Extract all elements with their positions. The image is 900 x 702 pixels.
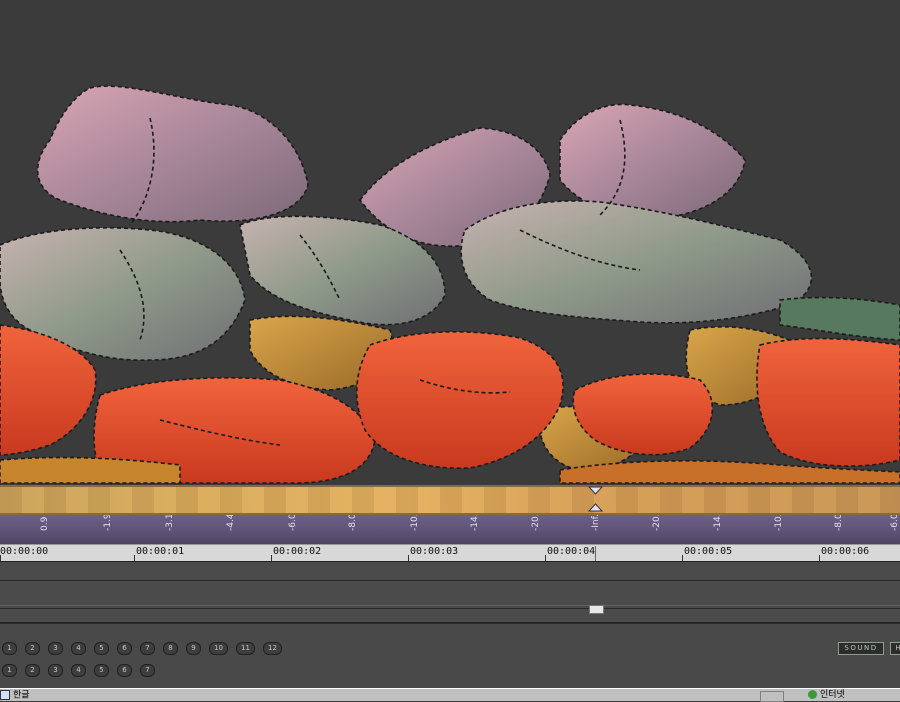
preview-canvas[interactable] bbox=[0, 0, 900, 485]
timecode-label: 00:00:06 bbox=[821, 546, 870, 557]
extra-button[interactable]: H bbox=[890, 642, 900, 655]
audio-level-meter: 0.9 -1.9 -3.1 -4.4 -6.0 -8.0 -10.5 -14.0… bbox=[0, 515, 900, 544]
meter-label: 0.9 bbox=[40, 516, 50, 531]
meter-label: -3.1 bbox=[165, 515, 175, 531]
track-button-11[interactable]: 11 bbox=[236, 642, 255, 655]
flower-image bbox=[0, 85, 900, 484]
playhead-marker[interactable] bbox=[0, 485, 900, 515]
taskbar-app-label: 한글 bbox=[13, 690, 30, 701]
timecode-label: 00:00:01 bbox=[136, 546, 185, 557]
timeline-cursor-handle[interactable] bbox=[589, 605, 604, 614]
audio-button-5[interactable]: 5 bbox=[94, 664, 109, 677]
sound-button[interactable]: SOUND bbox=[838, 642, 884, 655]
timecode-label: 00:00:00 bbox=[0, 546, 49, 557]
taskbar-network[interactable]: 인터넷 bbox=[808, 690, 845, 701]
meter-label: -14.0 bbox=[713, 515, 723, 531]
track-button-10[interactable]: 10 bbox=[209, 642, 228, 655]
audio-button-2[interactable]: 2 bbox=[25, 664, 40, 677]
taskbar-app[interactable]: 한글 bbox=[0, 690, 30, 701]
timecode-ruler[interactable]: 00:00:00 00:00:01 00:00:02 00:00:03 00:0… bbox=[0, 544, 900, 562]
track-divider bbox=[0, 605, 900, 606]
meter-label: -Inf. bbox=[591, 515, 601, 531]
globe-icon bbox=[808, 690, 817, 699]
timeline-tracks[interactable] bbox=[0, 561, 900, 624]
track-divider bbox=[0, 580, 900, 581]
track-button-4[interactable]: 4 bbox=[71, 642, 86, 655]
track-button-2[interactable]: 2 bbox=[25, 642, 40, 655]
meter-label: -4.4 bbox=[226, 515, 236, 531]
meter-label: -20.0 bbox=[531, 515, 541, 531]
track-divider bbox=[0, 608, 900, 609]
taskbar-network-label: 인터넷 bbox=[820, 690, 845, 700]
meter-label: -20.0 bbox=[652, 515, 662, 531]
track-button-7[interactable]: 7 bbox=[140, 642, 155, 655]
playhead-line bbox=[595, 546, 596, 561]
track-button-8[interactable]: 8 bbox=[163, 642, 178, 655]
track-button-9[interactable]: 9 bbox=[186, 642, 201, 655]
app-icon bbox=[0, 690, 10, 700]
track-button-panel bbox=[0, 623, 900, 689]
track-button-3[interactable]: 3 bbox=[48, 642, 63, 655]
filmstrip-track[interactable] bbox=[0, 485, 900, 515]
track-button-12[interactable]: 12 bbox=[263, 642, 282, 655]
track-button-5[interactable]: 5 bbox=[94, 642, 109, 655]
audio-button-6[interactable]: 6 bbox=[117, 664, 132, 677]
track-button-6[interactable]: 6 bbox=[117, 642, 132, 655]
audio-button-1[interactable]: 1 bbox=[2, 664, 17, 677]
timecode-label: 00:00:04 bbox=[547, 546, 596, 557]
meter-label: -8.0 bbox=[348, 515, 358, 531]
track-button-1[interactable]: 1 bbox=[2, 642, 17, 655]
audio-button-3[interactable]: 3 bbox=[48, 664, 63, 677]
taskbar: 한글 인터넷 bbox=[0, 688, 900, 702]
timecode-label: 00:00:02 bbox=[273, 546, 322, 557]
meter-label: -14.0 bbox=[470, 515, 480, 531]
timecode-label: 00:00:03 bbox=[410, 546, 459, 557]
meter-label: -8.0 bbox=[834, 515, 844, 531]
meter-label: -10.5 bbox=[774, 515, 784, 531]
audio-button-4[interactable]: 4 bbox=[71, 664, 86, 677]
meter-label: -1.9 bbox=[103, 515, 113, 531]
meter-label: -6.0 bbox=[288, 515, 298, 531]
audio-button-7[interactable]: 7 bbox=[140, 664, 155, 677]
meter-label: -6.0 bbox=[890, 515, 900, 531]
meter-label: -10.5 bbox=[410, 515, 420, 531]
taskbar-slot bbox=[760, 691, 784, 702]
timecode-label: 00:00:05 bbox=[684, 546, 733, 557]
